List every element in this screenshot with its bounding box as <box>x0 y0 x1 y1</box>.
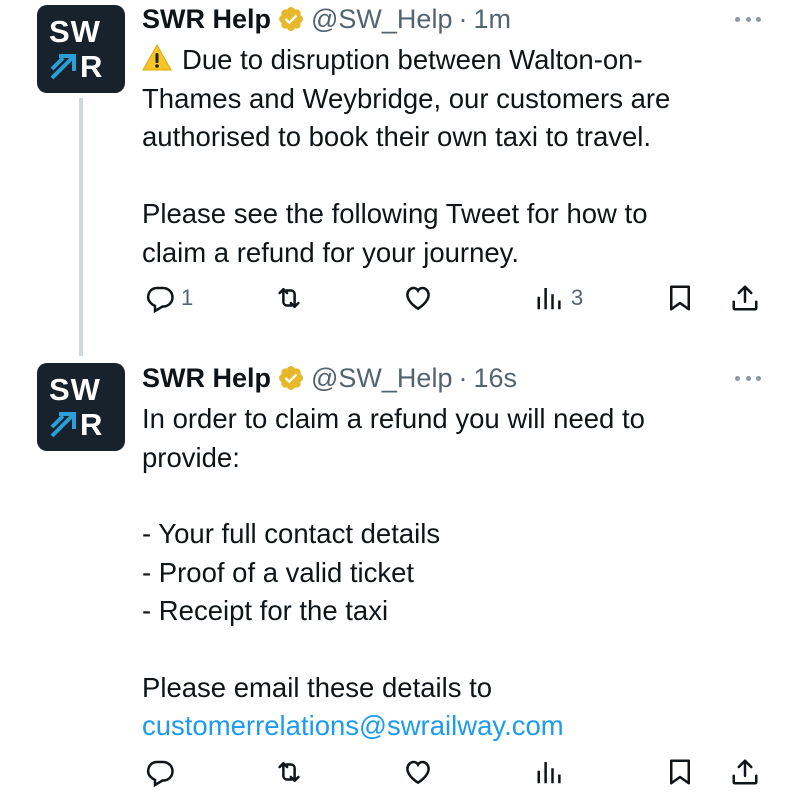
arrow-icon <box>50 53 76 79</box>
avatar-text-r: R <box>80 406 103 442</box>
tweet-list: - Your full contact details - Proof of a… <box>142 518 441 626</box>
retweet-icon <box>278 762 300 782</box>
tweet-header: SWR Help @SW_Help · 1m <box>142 1 511 37</box>
arrow-icon <box>50 411 76 437</box>
reply-count: 1 <box>181 285 194 310</box>
avatar[interactable]: SW R <box>37 363 125 451</box>
more-options-icon[interactable] <box>735 15 761 23</box>
bookmark-button[interactable] <box>665 757 695 787</box>
share-icon <box>732 285 758 311</box>
tweet-header: SWR Help @SW_Help · 16s <box>142 360 517 396</box>
share-button[interactable] <box>730 283 760 313</box>
warning-icon <box>142 43 172 71</box>
tweet-paragraph: Due to disruption between Walton-on- Tha… <box>142 44 671 152</box>
share-icon <box>732 759 758 785</box>
timestamp[interactable]: 1m <box>473 4 511 35</box>
handle[interactable]: @SW_Help <box>311 4 452 35</box>
like-button[interactable] <box>403 283 433 313</box>
timestamp[interactable]: 16s <box>473 363 517 394</box>
analytics-icon <box>537 288 561 310</box>
share-button[interactable] <box>730 757 760 787</box>
display-name[interactable]: SWR Help <box>142 363 271 394</box>
retweet-icon <box>278 288 300 308</box>
separator-dot: · <box>458 3 468 34</box>
reply-button[interactable] <box>145 757 175 787</box>
reply-icon <box>146 286 174 313</box>
reply-button[interactable]: 1 <box>145 283 193 313</box>
separator-dot: · <box>458 362 468 393</box>
tweet-actions: 1 3 <box>0 283 798 319</box>
avatar-text-r: R <box>80 48 103 84</box>
display-name[interactable]: SWR Help <box>142 4 271 35</box>
views-button[interactable] <box>535 757 565 787</box>
avatar-text-sw: SW <box>49 371 101 407</box>
retweet-button[interactable] <box>274 757 304 787</box>
avatar-text-sw: SW <box>49 13 101 49</box>
tweet-text: Due to disruption between Walton-on- Tha… <box>142 41 782 157</box>
avatar[interactable]: SW R <box>37 5 125 93</box>
verified-badge-icon <box>279 7 303 31</box>
bookmark-button[interactable] <box>665 283 695 313</box>
more-options-icon[interactable] <box>735 374 761 382</box>
heart-icon <box>406 286 430 311</box>
tweet-text: In order to claim a refund you will need… <box>142 403 645 473</box>
analytics-icon <box>537 762 561 784</box>
email-link[interactable]: customerrelations@swrailway.com <box>142 707 782 746</box>
handle[interactable]: @SW_Help <box>311 363 452 394</box>
views-button[interactable]: 3 <box>535 283 583 313</box>
bookmark-icon <box>670 759 690 785</box>
reply-icon <box>146 760 174 787</box>
heart-icon <box>406 760 430 785</box>
bookmark-icon <box>670 285 690 311</box>
retweet-button[interactable] <box>274 283 304 313</box>
tweet-actions <box>0 757 798 793</box>
verified-badge-icon <box>279 366 303 390</box>
tweet-text-3: Please email these details to <box>142 672 493 703</box>
views-count: 3 <box>571 285 584 310</box>
tweet-text-2: Please see the following Tweet for how t… <box>142 198 648 268</box>
like-button[interactable] <box>403 757 433 787</box>
